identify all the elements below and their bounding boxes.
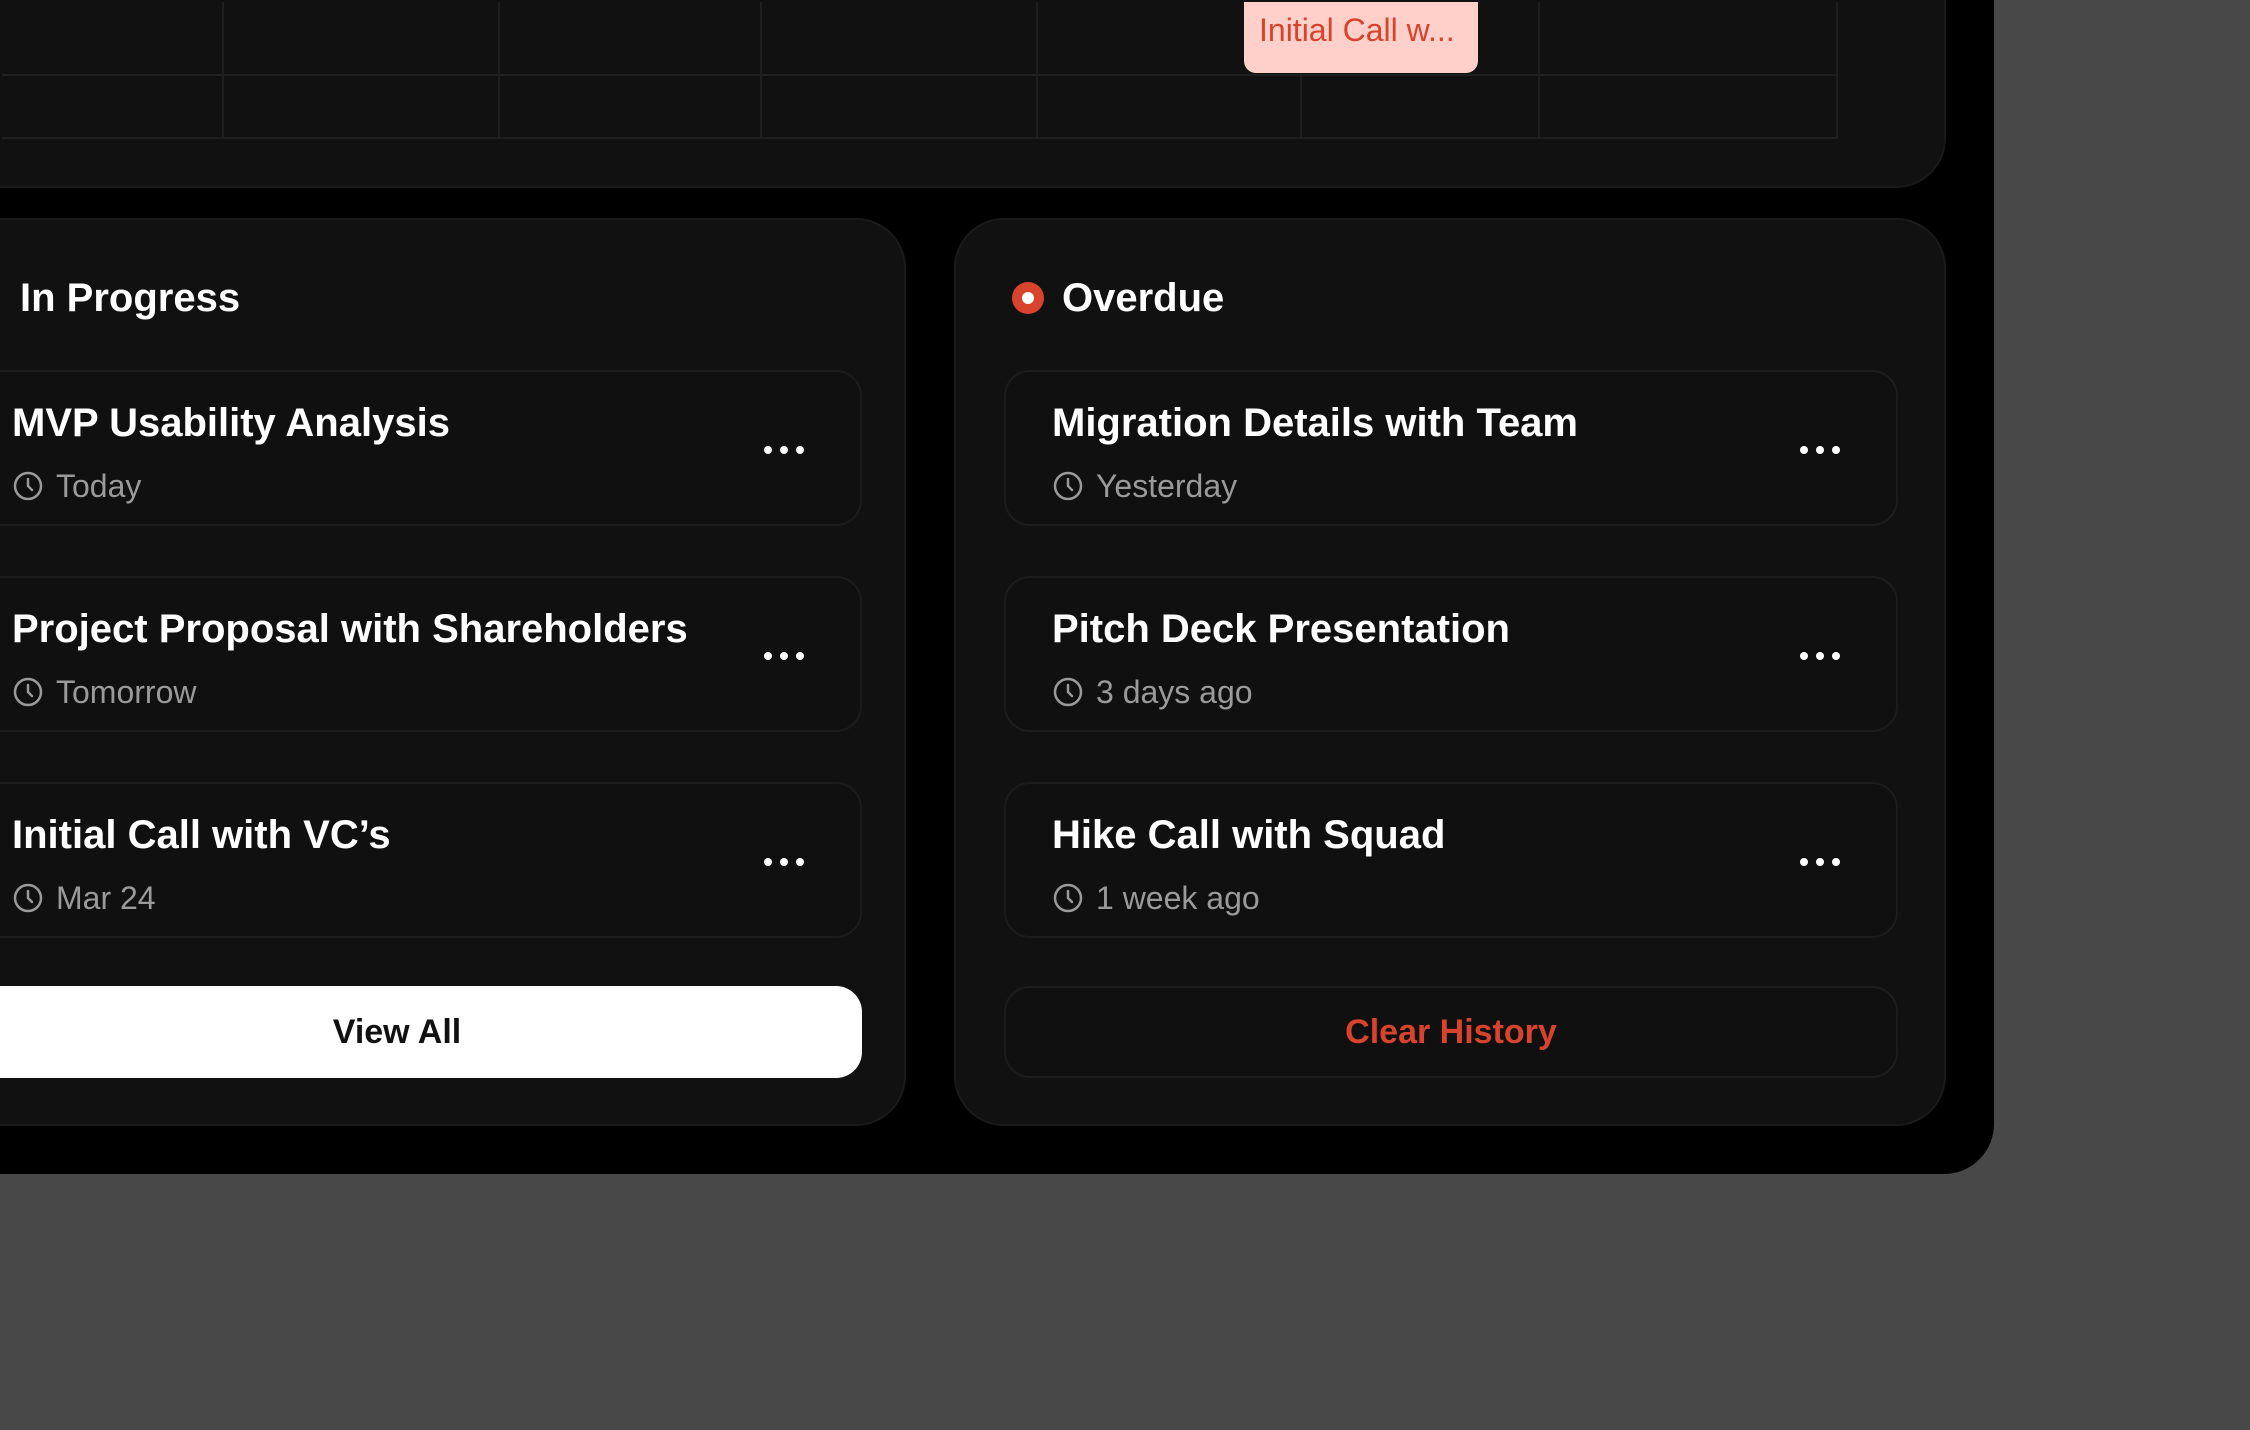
- task-due: Tomorrow: [12, 672, 196, 712]
- clock-icon: [1053, 471, 1083, 501]
- clock-icon: [13, 883, 43, 913]
- more-options-icon[interactable]: [1794, 836, 1846, 888]
- task-due-text: Mar 24: [56, 879, 156, 916]
- task-card[interactable]: Initial Call with VC’s Mar 24: [0, 782, 862, 938]
- task-card[interactable]: Project Proposal with Shareholders Tomor…: [0, 576, 862, 732]
- calendar-grid-line: [498, 2, 500, 139]
- status-dot-icon: [1012, 282, 1044, 314]
- calendar-grid-line: [2, 74, 1838, 76]
- task-due: 1 week ago: [1052, 878, 1260, 918]
- calendar-grid-line: [2, 137, 1838, 139]
- task-title: Pitch Deck Presentation: [1052, 607, 1510, 651]
- clock-icon: [1053, 677, 1083, 707]
- calendar-grid: Initial Call w...: [0, 2, 1898, 139]
- task-due-text: 3 days ago: [1096, 673, 1253, 710]
- in-progress-panel: In Progress MVP Usability Analysis Today…: [0, 218, 906, 1126]
- task-title: Hike Call with Squad: [1052, 813, 1446, 857]
- clock-icon: [13, 677, 43, 707]
- task-title: Initial Call with VC’s: [12, 813, 391, 857]
- more-options-icon[interactable]: [758, 424, 810, 476]
- more-options-icon[interactable]: [1794, 630, 1846, 682]
- calendar-panel: Initial Call w...: [0, 0, 1946, 188]
- clock-icon: [13, 471, 43, 501]
- task-due: 3 days ago: [1052, 672, 1253, 712]
- calendar-grid-line: [222, 2, 224, 139]
- app-window: Initial Call w... In Progress MVP Usabil…: [0, 0, 1994, 1174]
- task-due: Yesterday: [1052, 466, 1237, 506]
- task-card[interactable]: Pitch Deck Presentation 3 days ago: [1004, 576, 1898, 732]
- task-due: Mar 24: [12, 878, 156, 918]
- clear-history-button[interactable]: Clear History: [1004, 986, 1898, 1078]
- view-all-button[interactable]: View All: [0, 986, 862, 1078]
- task-card[interactable]: Migration Details with Team Yesterday: [1004, 370, 1898, 526]
- calendar-event-chip[interactable]: Initial Call w...: [1244, 2, 1478, 73]
- overdue-title: Overdue: [1062, 276, 1225, 320]
- calendar-grid-line: [1036, 2, 1038, 139]
- task-title: Migration Details with Team: [1052, 401, 1578, 445]
- calendar-grid-line: [1538, 2, 1540, 139]
- more-options-icon[interactable]: [758, 630, 810, 682]
- clock-icon: [1053, 883, 1083, 913]
- task-due: Today: [12, 466, 141, 506]
- task-title: MVP Usability Analysis: [12, 401, 450, 445]
- task-due-text: 1 week ago: [1096, 879, 1260, 916]
- calendar-grid-line: [1836, 2, 1838, 139]
- calendar-grid-line: [760, 2, 762, 139]
- task-due-text: Tomorrow: [56, 673, 197, 710]
- task-title: Project Proposal with Shareholders: [12, 607, 688, 651]
- task-due-text: Yesterday: [1096, 467, 1238, 504]
- more-options-icon[interactable]: [758, 836, 810, 888]
- more-options-icon[interactable]: [1794, 424, 1846, 476]
- task-due-text: Today: [56, 467, 142, 504]
- task-card[interactable]: Hike Call with Squad 1 week ago: [1004, 782, 1898, 938]
- overdue-panel: Overdue Migration Details with Team Yest…: [954, 218, 1946, 1126]
- in-progress-title: In Progress: [20, 276, 241, 320]
- task-card[interactable]: MVP Usability Analysis Today: [0, 370, 862, 526]
